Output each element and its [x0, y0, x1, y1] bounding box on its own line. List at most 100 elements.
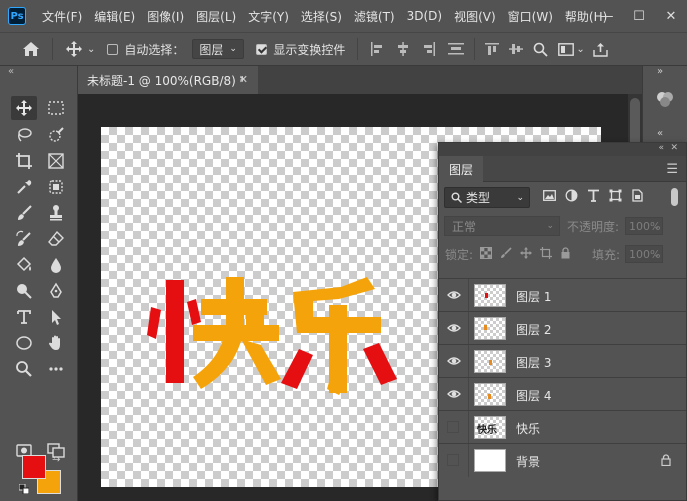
layer-content-mark — [489, 360, 492, 365]
eraser-tool-icon[interactable] — [43, 227, 69, 251]
marquee-tool-icon[interactable] — [43, 96, 69, 120]
minimize-button[interactable]: — — [591, 0, 623, 32]
menu-3d[interactable]: 3D(D) — [401, 9, 448, 23]
collapse-panel-icon[interactable]: « — [658, 143, 664, 153]
collapse-dock-icon[interactable]: » — [657, 66, 663, 77]
eyedropper-tool-icon[interactable] — [11, 175, 37, 199]
foreground-color-swatch[interactable] — [22, 455, 46, 479]
chevron-down-icon: ⌄ — [546, 221, 554, 231]
collapse-toolbar-icon[interactable]: « — [8, 66, 14, 77]
menu-file[interactable]: 文件(F) — [36, 8, 88, 25]
share-icon[interactable] — [593, 42, 608, 57]
menu-view[interactable]: 视图(V) — [448, 8, 502, 25]
panel-menu-icon[interactable]: ☰ — [666, 162, 678, 177]
search-icon[interactable] — [533, 42, 549, 57]
lock-icon[interactable] — [660, 454, 672, 466]
align-right-icon[interactable] — [422, 42, 436, 56]
pen-tool-icon[interactable] — [43, 279, 69, 303]
menu-filter[interactable]: 滤镜(T) — [348, 8, 401, 25]
layer-row[interactable]: 图层 3 — [439, 344, 686, 378]
visibility-toggle-off[interactable] — [447, 454, 459, 466]
path-selection-tool-icon[interactable] — [43, 305, 69, 329]
hand-tool-icon[interactable] — [43, 331, 69, 355]
filter-toggle-switch[interactable] — [671, 188, 678, 206]
visibility-eye-icon[interactable] — [447, 387, 461, 401]
home-icon[interactable] — [22, 41, 40, 57]
move-tool-icon[interactable] — [11, 96, 37, 120]
type-tool-icon[interactable] — [11, 305, 37, 329]
menu-image[interactable]: 图像(I) — [141, 8, 190, 25]
quick-selection-tool-icon[interactable] — [43, 123, 69, 147]
visibility-eye-icon[interactable] — [447, 321, 461, 335]
distribute-icon[interactable] — [448, 42, 465, 56]
align-center-v-icon[interactable] — [509, 42, 524, 56]
blur-tool-icon[interactable] — [43, 253, 69, 277]
smart-object-filter-icon[interactable] — [631, 189, 644, 202]
divider — [474, 38, 476, 60]
align-left-icon[interactable] — [370, 42, 384, 56]
auto-select-target-value: 图层 — [199, 42, 224, 57]
close-tab-icon[interactable]: ✕ — [239, 73, 248, 86]
collapse-panel-icon[interactable]: « — [657, 128, 663, 139]
layer-row[interactable]: 图层 2 — [439, 311, 686, 345]
shape-filter-icon[interactable] — [609, 189, 622, 202]
patch-tool-icon[interactable] — [43, 175, 69, 199]
menu-layer[interactable]: 图层(L) — [190, 8, 242, 25]
close-window-button[interactable]: ✕ — [655, 0, 687, 32]
layer-row[interactable]: 图层 4 — [439, 377, 686, 411]
menu-select[interactable]: 选择(S) — [295, 8, 348, 25]
lock-artboard-icon[interactable] — [540, 247, 552, 259]
zoom-tool-icon[interactable] — [11, 357, 37, 381]
maximize-button[interactable]: ☐ — [623, 0, 655, 32]
menu-type[interactable]: 文字(Y) — [242, 8, 295, 25]
opacity-label: 不透明度: — [567, 220, 620, 234]
visibility-eye-icon[interactable] — [447, 288, 461, 302]
menu-window[interactable]: 窗口(W) — [502, 8, 559, 25]
panel-drag-bar[interactable]: « ✕ — [439, 143, 686, 156]
brush-tool-icon[interactable] — [11, 201, 37, 225]
close-panel-icon[interactable]: ✕ — [670, 143, 678, 153]
tab-layers[interactable]: 图层 — [439, 156, 484, 182]
layer-row[interactable]: 背景 — [439, 443, 686, 477]
clone-stamp-tool-icon[interactable] — [43, 201, 69, 225]
frame-tool-icon[interactable] — [43, 149, 69, 173]
paint-bucket-tool-icon[interactable] — [11, 253, 37, 277]
ellipse-tool-icon[interactable] — [11, 331, 37, 355]
image-filter-icon[interactable] — [543, 189, 556, 202]
opacity-field[interactable]: 100% ⌄ — [625, 217, 663, 235]
lock-all-icon[interactable] — [560, 247, 571, 259]
crop-tool-icon[interactable] — [11, 149, 37, 173]
visibility-toggle-off[interactable] — [447, 421, 459, 433]
type-filter-icon[interactable] — [587, 189, 600, 202]
more-tools-icon[interactable] — [43, 357, 69, 381]
adjustment-filter-icon[interactable] — [565, 189, 578, 202]
show-transform-checkbox[interactable] — [256, 43, 268, 55]
workspace-icon[interactable] — [558, 42, 575, 56]
chevron-down-icon[interactable]: ⌄ — [576, 44, 584, 55]
color-panel-icon[interactable] — [655, 90, 675, 112]
lock-image-pixels-icon[interactable] — [500, 247, 512, 259]
default-colors-icon[interactable] — [19, 484, 29, 494]
dodge-tool-icon[interactable] — [11, 279, 37, 303]
fill-field[interactable]: 100% ⌄ — [625, 245, 663, 263]
history-brush-tool-icon[interactable] — [11, 227, 37, 251]
lock-position-icon[interactable] — [520, 247, 532, 259]
lock-transparent-pixels-icon[interactable] — [480, 247, 492, 259]
layer-filter-dropdown[interactable]: 类型 ⌄ — [444, 187, 530, 208]
lasso-tool-icon[interactable] — [11, 123, 37, 147]
layer-row[interactable]: 快乐 快乐 — [439, 410, 686, 444]
layer-content-mark — [488, 394, 491, 399]
align-top-icon[interactable] — [485, 42, 500, 56]
screen-mode-icon[interactable] — [43, 438, 69, 462]
auto-select-checkbox[interactable] — [107, 43, 119, 55]
move-tool-preset-icon[interactable] — [65, 40, 83, 58]
layer-row[interactable]: 图层 1 — [439, 278, 686, 312]
visibility-eye-icon[interactable] — [447, 354, 461, 368]
chevron-down-icon[interactable]: ⌄ — [87, 44, 95, 55]
menu-edit[interactable]: 编辑(E) — [88, 8, 141, 25]
blend-mode-dropdown[interactable]: 正常 ⌄ — [444, 216, 560, 236]
scrollbar-thumb[interactable] — [630, 98, 640, 148]
align-center-h-icon[interactable] — [396, 42, 410, 56]
auto-select-target-dropdown[interactable]: 图层 ⌄ — [192, 39, 245, 59]
document-tab[interactable]: 未标题-1 @ 100%(RGB/8) * ✕ — [78, 66, 258, 94]
